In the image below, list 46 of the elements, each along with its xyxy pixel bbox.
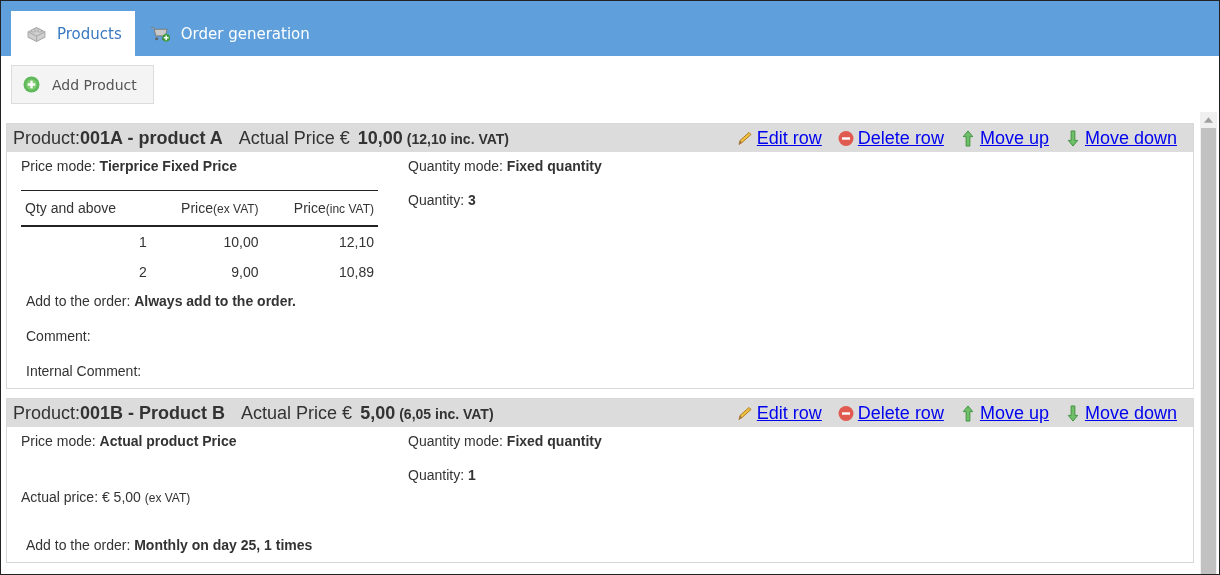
- quantity: Quantity: 3: [408, 192, 477, 209]
- delete-icon: [837, 129, 854, 147]
- pencil-icon: [736, 404, 753, 422]
- scroll-up-icon: [1204, 117, 1213, 123]
- action-link[interactable]: Delete row: [837, 402, 944, 424]
- price-label: Actual Price €: [238, 127, 350, 149]
- add-to-order: Add to the order: Monthly on day 25, 1 times: [25, 537, 314, 554]
- column-header: Qty and above: [21, 190, 151, 226]
- action-link[interactable]: Move up: [959, 127, 1049, 149]
- table-cell-text: 2: [137, 263, 148, 282]
- table-cell-text: 9,00: [230, 263, 260, 282]
- action-link[interactable]: Edit row: [736, 127, 822, 149]
- pencil-icon: [736, 129, 753, 147]
- table-cell-text: 10,89: [337, 263, 375, 282]
- quantity-mode: Quantity mode: Fixed quantity: [408, 433, 602, 450]
- comment-label: Internal Comment:: [25, 363, 143, 380]
- price-mode: Price mode: Tierprice Fixed Price: [21, 158, 239, 175]
- brick-icon: [26, 24, 47, 43]
- table-cell: 12,10: [262, 226, 378, 257]
- product-title: Product:001B - Product B: [13, 402, 226, 424]
- product-title: Product:001A - product A: [13, 127, 223, 149]
- action-link[interactable]: Move down: [1064, 402, 1177, 424]
- table-cell: 1: [21, 226, 151, 257]
- actual-price: Actual price: € 5,00 (ex VAT): [21, 489, 192, 507]
- add-product-button[interactable]: Add Product: [11, 65, 154, 104]
- price-value: 5,00: [360, 402, 396, 424]
- quantity: Quantity: 1: [408, 467, 477, 484]
- price-vat: (12,10 inc. VAT): [406, 130, 510, 147]
- price-vat: (6,05 inc. VAT): [399, 405, 494, 422]
- column-header: Price(inc VAT): [262, 190, 378, 226]
- action-link[interactable]: Delete row: [837, 127, 944, 149]
- column-header: Price(ex VAT): [150, 190, 263, 226]
- add-to-order: Add to the order: Always add to the order.: [25, 293, 297, 310]
- comment-label: Comment:: [25, 328, 92, 345]
- delete-icon: [837, 404, 854, 422]
- price-mode: Price mode: Actual product Price: [21, 433, 238, 450]
- action-link[interactable]: Move up: [959, 402, 1049, 424]
- tab[interactable]: Products: [11, 11, 135, 56]
- cart-add-icon: [149, 24, 171, 43]
- quantity-mode: Quantity mode: Fixed quantity: [408, 158, 602, 175]
- action-link[interactable]: Move down: [1064, 127, 1177, 149]
- table-cell: 10,00: [150, 226, 263, 257]
- action-link[interactable]: Edit row: [736, 402, 822, 424]
- plus-icon: [23, 76, 40, 93]
- price-value: 10,00: [357, 127, 403, 149]
- price-label: Actual Price €: [241, 402, 353, 424]
